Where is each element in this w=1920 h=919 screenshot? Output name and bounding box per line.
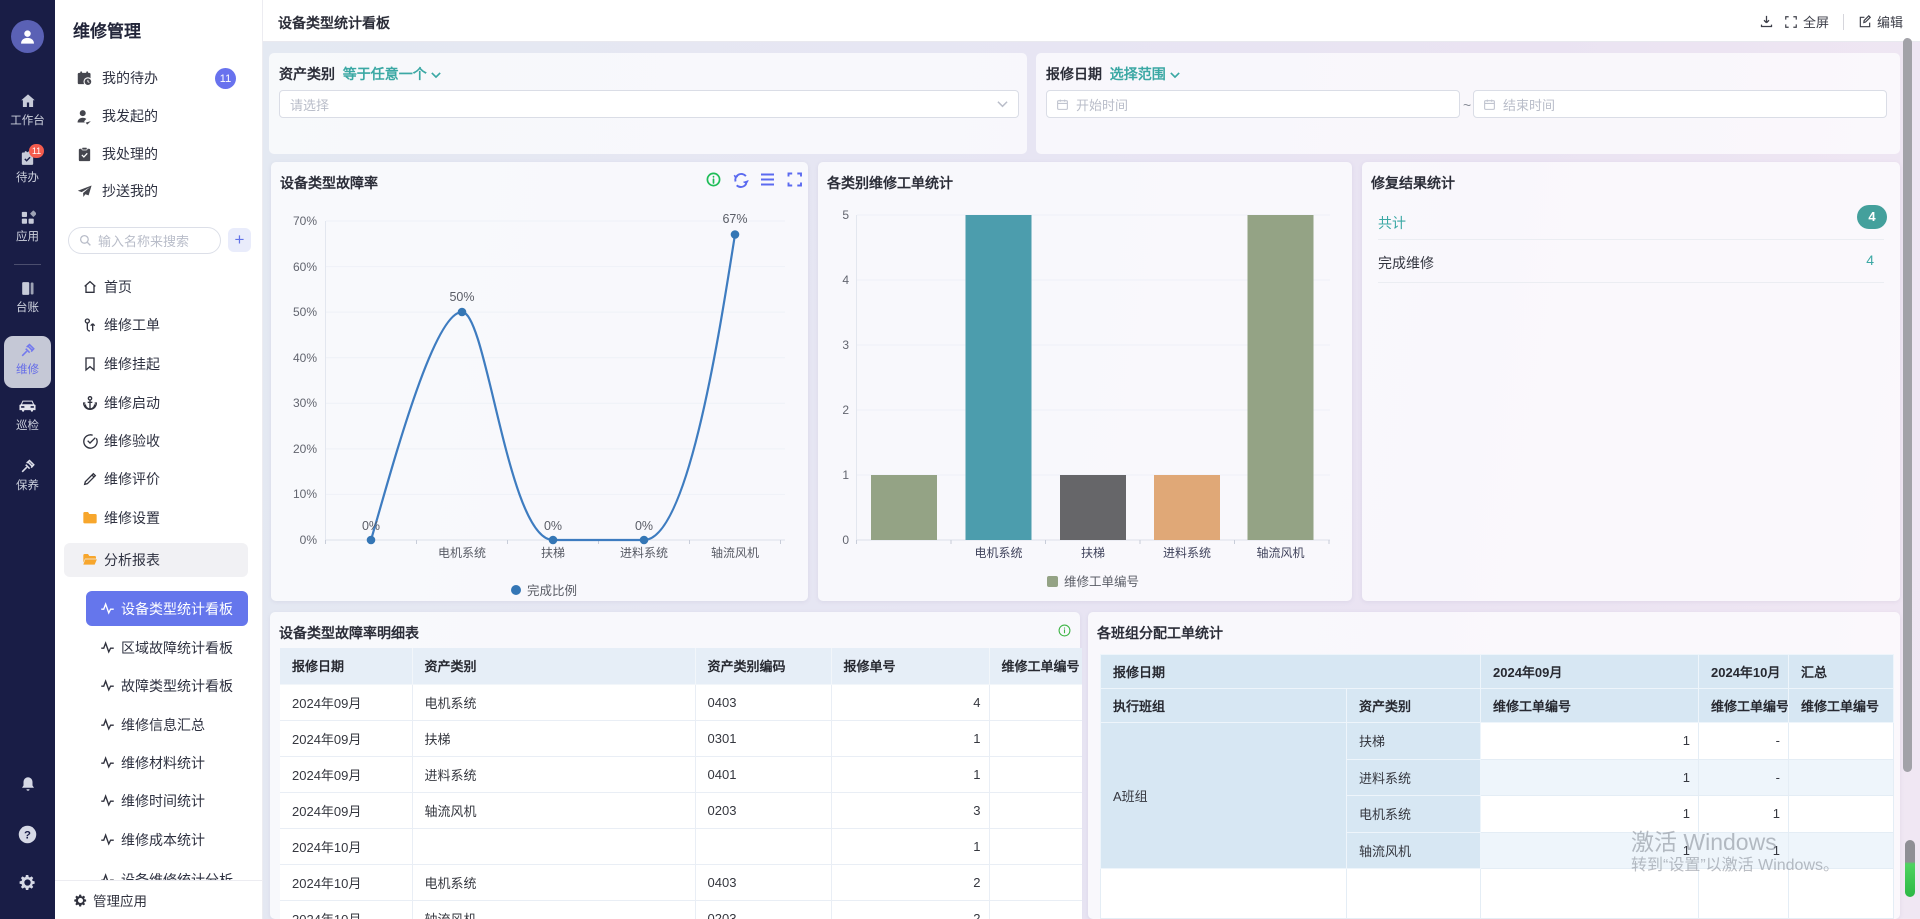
svg-text:0%: 0% [300, 533, 318, 547]
svg-text:电机系统: 电机系统 [974, 546, 1022, 560]
svg-text:进料系统: 进料系统 [1163, 546, 1211, 560]
svg-text:轴流风机: 轴流风机 [711, 545, 759, 560]
svg-text:轴流风机: 轴流风机 [1256, 545, 1304, 560]
svg-text:3: 3 [842, 338, 849, 352]
svg-text:40%: 40% [293, 351, 317, 365]
svg-text:0: 0 [842, 533, 849, 547]
svg-text:扶梯: 扶梯 [1081, 545, 1105, 560]
svg-text:0%: 0% [635, 519, 653, 533]
svg-text:2: 2 [842, 403, 849, 417]
svg-text:50%: 50% [293, 305, 317, 319]
svg-text:67%: 67% [722, 212, 747, 226]
svg-text:维修工单编号: 维修工单编号 [1064, 574, 1139, 589]
svg-text:扶梯: 扶梯 [541, 545, 565, 560]
svg-text:完成比例: 完成比例 [527, 583, 577, 598]
svg-text:电机系统: 电机系统 [438, 546, 486, 560]
svg-text:50%: 50% [449, 290, 474, 304]
svg-text:进料系统: 进料系统 [620, 546, 668, 560]
svg-text:0%: 0% [544, 519, 562, 533]
svg-text:70%: 70% [293, 214, 317, 228]
svg-text:5: 5 [842, 208, 849, 222]
svg-text:20%: 20% [293, 442, 317, 456]
svg-text:30%: 30% [293, 396, 317, 410]
svg-text:1: 1 [842, 468, 849, 482]
svg-text:60%: 60% [293, 260, 317, 274]
svg-text:4: 4 [842, 273, 849, 287]
svg-text:10%: 10% [293, 487, 317, 501]
svg-text:0%: 0% [362, 519, 380, 533]
svg-text:?: ? [24, 829, 31, 841]
